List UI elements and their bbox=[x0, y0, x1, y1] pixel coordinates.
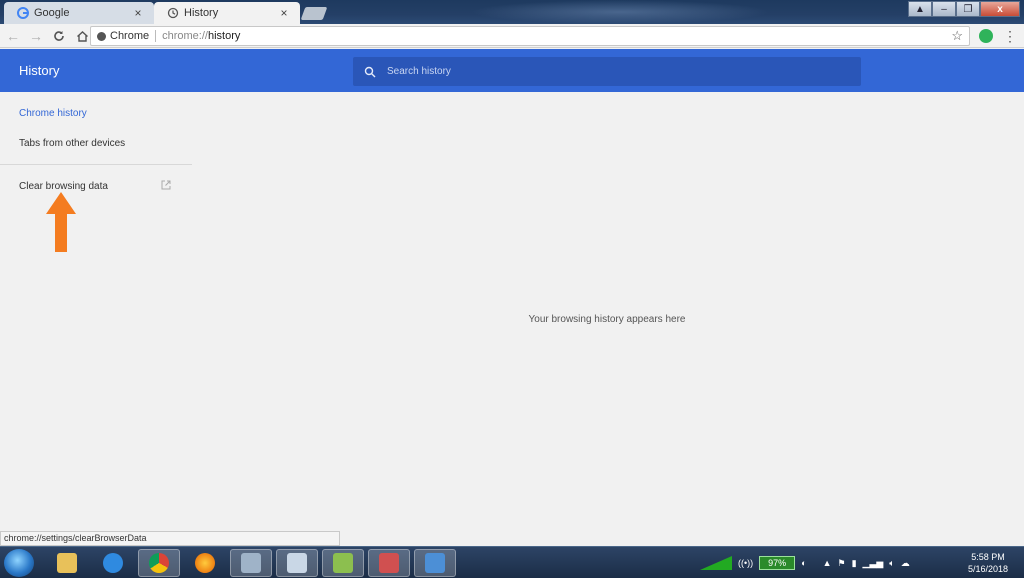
action-center-flag-icon[interactable]: ⚑ bbox=[838, 558, 846, 569]
file-explorer-icon[interactable] bbox=[46, 549, 88, 577]
annotation-arrow-up-icon bbox=[46, 192, 76, 252]
reload-icon[interactable] bbox=[49, 26, 69, 46]
search-icon bbox=[363, 65, 377, 79]
forward-arrow-icon[interactable]: → bbox=[26, 26, 46, 46]
notepad-icon[interactable] bbox=[322, 549, 364, 577]
tab-history[interactable]: History × bbox=[154, 2, 300, 24]
windows-taskbar: ((•)) 97% ◐ ▲ ⚑ ▮ ▁▃▅ 🔈︎ ☁ 5:58 PM 5/16/… bbox=[0, 546, 1024, 578]
address-bar[interactable]: Chrome chrome://history ☆ bbox=[90, 26, 970, 46]
close-window-button[interactable]: x bbox=[980, 1, 1020, 17]
extension-icon[interactable] bbox=[979, 29, 993, 43]
clock-date: 5/16/2018 bbox=[967, 564, 1009, 574]
clock-time: 5:58 PM bbox=[971, 552, 1005, 562]
secure-label: Chrome bbox=[110, 30, 150, 42]
system-tray: ((•)) 97% ◐ ▲ ⚑ ▮ ▁▃▅ 🔈︎ ☁ bbox=[700, 549, 910, 577]
tab-title: Google bbox=[34, 7, 70, 19]
tab-title: History bbox=[184, 7, 219, 19]
page-title: History bbox=[19, 63, 60, 78]
battery-indicator[interactable]: 97% bbox=[759, 556, 796, 570]
snipping-tool-icon[interactable] bbox=[368, 549, 410, 577]
photo-viewer-icon[interactable] bbox=[414, 549, 456, 577]
chrome-icon bbox=[97, 31, 106, 41]
search-input[interactable] bbox=[385, 65, 825, 78]
sidebar-item-chrome-history[interactable]: Chrome history bbox=[19, 108, 87, 119]
google-g-icon bbox=[16, 7, 29, 20]
title-bar: Google × History × ▲ – ❐ x bbox=[0, 0, 1024, 24]
power-plug-icon[interactable]: ◐ bbox=[801, 558, 806, 568]
network-bars-icon[interactable]: ▁▃▅ bbox=[863, 558, 884, 569]
battery-tray-icon[interactable]: ▮ bbox=[852, 558, 857, 569]
tab-close-icon[interactable]: × bbox=[132, 6, 144, 20]
status-url-bubble: chrome://settings/clearBrowserData bbox=[0, 531, 340, 546]
internet-explorer-icon[interactable] bbox=[92, 549, 134, 577]
firefox-icon[interactable] bbox=[184, 549, 226, 577]
maximize-button[interactable]: ❐ bbox=[956, 1, 980, 17]
menu-kebab-icon[interactable]: ⋮ bbox=[1003, 28, 1017, 44]
home-icon[interactable] bbox=[72, 26, 92, 46]
new-tab-button[interactable] bbox=[300, 7, 328, 20]
taskbar-clock[interactable]: 5:58 PM 5/16/2018 bbox=[958, 551, 1018, 575]
minimize-button[interactable]: – bbox=[932, 1, 956, 17]
volume-icon[interactable]: 🔈︎ bbox=[889, 558, 894, 569]
paint-icon[interactable] bbox=[276, 549, 318, 577]
history-header: History bbox=[0, 49, 1024, 92]
signal-strength-icon[interactable] bbox=[700, 556, 732, 570]
show-hidden-icons-icon[interactable]: ▲ bbox=[823, 558, 832, 568]
history-clock-icon bbox=[166, 7, 179, 20]
chrome-taskbar-icon[interactable] bbox=[138, 549, 180, 577]
divider bbox=[0, 164, 192, 165]
url-text: chrome://history bbox=[162, 30, 241, 42]
start-button[interactable] bbox=[4, 549, 34, 577]
browser-toolbar: ← → Chrome chrome://history ☆ ⋮ bbox=[0, 24, 1024, 48]
user-icon[interactable]: ▲ bbox=[908, 1, 932, 17]
sidebar-item-clear-browsing-data[interactable]: Clear browsing data bbox=[19, 181, 108, 192]
empty-history-message: Your browsing history appears here bbox=[528, 314, 686, 325]
site-info-chip[interactable]: Chrome bbox=[91, 30, 149, 42]
sidebar-item-tabs-other-devices[interactable]: Tabs from other devices bbox=[19, 138, 125, 149]
open-in-new-icon bbox=[161, 180, 171, 190]
tab-close-icon[interactable]: × bbox=[278, 6, 290, 20]
tab-google[interactable]: Google × bbox=[4, 2, 154, 24]
cloud-icon[interactable]: ☁ bbox=[901, 558, 910, 569]
sidebar: Chrome history Tabs from other devices C… bbox=[0, 92, 192, 532]
calculator-icon[interactable] bbox=[230, 549, 272, 577]
back-arrow-icon[interactable]: ← bbox=[3, 26, 23, 46]
search-history-box[interactable] bbox=[353, 57, 861, 86]
wireless-icon[interactable]: ((•)) bbox=[738, 558, 753, 568]
bookmark-star-icon[interactable]: ☆ bbox=[951, 28, 963, 44]
